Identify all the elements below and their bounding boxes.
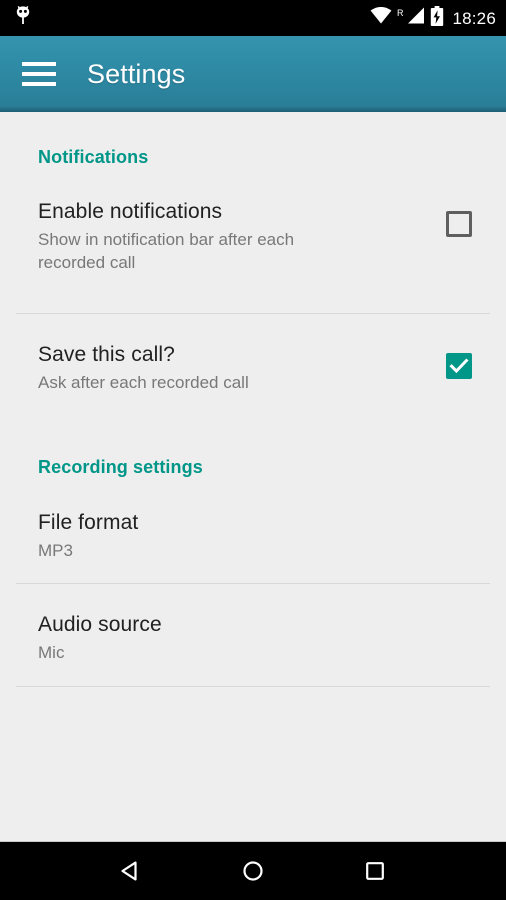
preference-title: Audio source <box>38 613 162 636</box>
preference-text: Enable notifications Show in notificatio… <box>38 199 436 274</box>
status-bar-notifications <box>14 5 32 32</box>
preference-summary: Ask after each recorded call <box>38 373 249 392</box>
back-triangle-icon <box>121 861 137 881</box>
check-icon <box>449 358 469 374</box>
hamburger-bar <box>22 72 56 76</box>
preference-file-format[interactable]: File format MP3 <box>0 510 506 562</box>
settings-list[interactable]: Notifications Enable notifications Show … <box>0 112 506 842</box>
android-robot-icon <box>14 5 32 32</box>
preference-text: Save this call? Ask after each recorded … <box>38 342 436 394</box>
android-settings-screen: R 18:26 Settings Notifications Enable no… <box>0 0 506 900</box>
preference-summary: Show in notification bar after each reco… <box>38 230 295 272</box>
list-divider <box>16 686 490 687</box>
preference-save-this-call[interactable]: Save this call? Ask after each recorded … <box>0 342 506 394</box>
roaming-indicator: R <box>396 7 404 18</box>
list-divider <box>16 313 490 314</box>
status-bar-clock: 18:26 <box>452 8 496 28</box>
recents-square-icon <box>366 862 384 880</box>
home-button[interactable] <box>227 849 279 893</box>
recents-button[interactable] <box>349 849 401 893</box>
preference-widget <box>436 342 482 379</box>
section-header-notifications: Notifications <box>38 147 149 167</box>
preference-title: File format <box>38 511 139 534</box>
preference-summary: MP3 <box>38 541 73 560</box>
checkbox-enable-notifications-unchecked[interactable] <box>446 211 472 237</box>
cellular-signal-icon <box>406 7 425 29</box>
preference-title: Enable notifications <box>38 200 223 223</box>
home-circle-icon <box>243 861 263 881</box>
android-navigation-bar <box>0 842 506 900</box>
preference-text: Audio source Mic <box>38 612 482 664</box>
hamburger-bar <box>22 62 56 66</box>
preference-enable-notifications[interactable]: Enable notifications Show in notificatio… <box>0 199 506 274</box>
checkbox-save-this-call-checked[interactable] <box>446 353 472 379</box>
preference-widget <box>436 199 482 237</box>
page-title: Settings <box>87 58 186 89</box>
wifi-icon <box>370 7 392 29</box>
app-toolbar: Settings <box>0 36 506 112</box>
status-bar-system-icons: R 18:26 <box>370 5 496 31</box>
status-bar: R 18:26 <box>0 0 506 36</box>
preference-summary: Mic <box>38 643 65 662</box>
section-header-recording-settings: Recording settings <box>38 457 203 477</box>
hamburger-menu-icon[interactable] <box>22 62 56 86</box>
hamburger-bar <box>22 82 56 86</box>
preference-title: Save this call? <box>38 343 175 366</box>
battery-charging-icon <box>430 5 444 31</box>
back-button[interactable] <box>105 849 157 893</box>
preference-audio-source[interactable]: Audio source Mic <box>0 612 506 664</box>
list-divider <box>16 583 490 584</box>
preference-text: File format MP3 <box>38 510 482 562</box>
